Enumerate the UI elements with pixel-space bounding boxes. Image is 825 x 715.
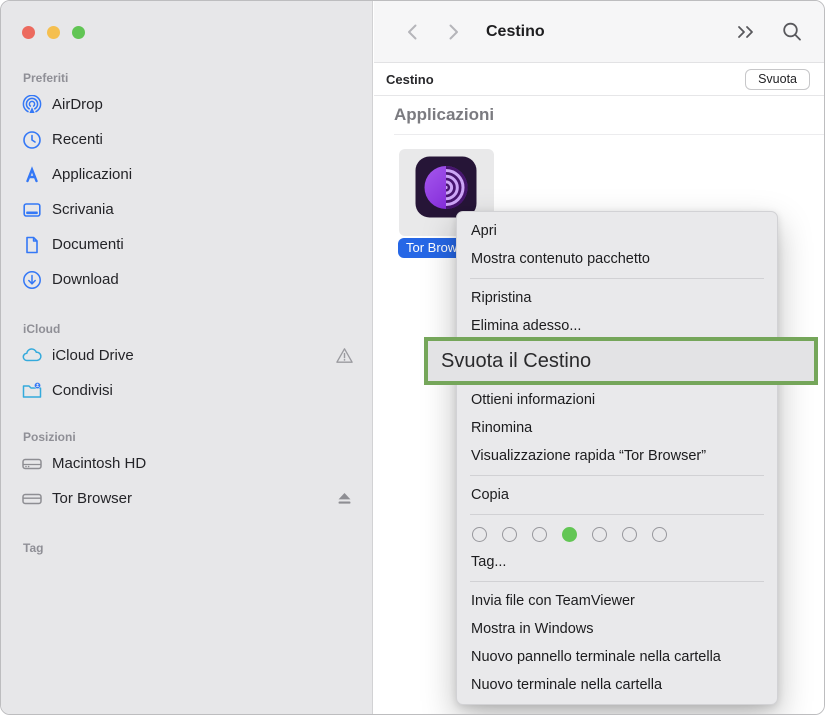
- menu-item-quick-look[interactable]: Visualizzazione rapida “Tor Browser”: [457, 442, 777, 470]
- window-title: Cestino: [486, 23, 545, 41]
- location-label: Cestino: [386, 72, 434, 87]
- sidebar-item-label: AirDrop: [52, 96, 103, 113]
- sidebar-item-label: Macintosh HD: [52, 455, 146, 472]
- menu-item-copy[interactable]: Copia: [457, 481, 777, 509]
- sidebar-item-macintosh-hd[interactable]: Macintosh HD: [1, 446, 372, 481]
- menu-item-tags[interactable]: Tag...: [457, 548, 777, 576]
- status-bar: Cestino Svuota: [374, 63, 825, 96]
- sidebar-item-airdrop[interactable]: AirDrop: [1, 87, 372, 122]
- clock-icon: [21, 129, 43, 151]
- sidebar-item-label: Scrivania: [52, 201, 114, 218]
- sidebar-item-label: iCloud Drive: [52, 347, 134, 364]
- sidebar: Preferiti AirDrop Recenti Applicazioni: [1, 1, 373, 714]
- tag-color-5[interactable]: [592, 527, 607, 542]
- shared-folder-icon: [21, 380, 43, 402]
- sidebar-item-label: Recenti: [52, 131, 103, 148]
- forward-button[interactable]: [440, 19, 466, 45]
- context-menu: Apri Mostra contenuto pacchetto Ripristi…: [456, 211, 778, 705]
- tag-color-7[interactable]: [652, 527, 667, 542]
- finder-window: Preferiti AirDrop Recenti Applicazioni: [0, 0, 825, 715]
- sidebar-item-label: Tor Browser: [52, 490, 132, 507]
- sidebar-item-label: Applicazioni: [52, 166, 132, 183]
- empty-trash-button[interactable]: Svuota: [745, 69, 810, 90]
- tag-color-6[interactable]: [622, 527, 637, 542]
- back-button[interactable]: [400, 19, 426, 45]
- toolbar-overflow-chevrons-icon[interactable]: [734, 20, 758, 44]
- zoom-window-button[interactable]: [72, 26, 85, 39]
- group-separator: [394, 134, 824, 135]
- sidebar-item-label: Condivisi: [52, 382, 113, 399]
- desktop-icon: [21, 199, 43, 221]
- menu-item-new-terminal[interactable]: Nuovo terminale nella cartella: [457, 671, 777, 699]
- sidebar-section-icloud: iCloud: [1, 320, 372, 338]
- tag-color-1[interactable]: [472, 527, 487, 542]
- menu-item-open[interactable]: Apri: [457, 217, 777, 245]
- search-icon[interactable]: [780, 20, 804, 44]
- menu-item-new-terminal-tab[interactable]: Nuovo pannello terminale nella cartella: [457, 643, 777, 671]
- minimize-window-button[interactable]: [47, 26, 60, 39]
- cloud-icon: [21, 345, 43, 367]
- document-icon: [21, 234, 43, 256]
- tor-browser-app-icon: [414, 155, 478, 219]
- menu-item-show-in-windows[interactable]: Mostra in Windows: [457, 615, 777, 643]
- internal-drive-icon: [21, 453, 43, 475]
- download-icon: [21, 269, 43, 291]
- toolbar: Cestino: [374, 1, 825, 63]
- group-header-applications: Applicazioni: [394, 105, 824, 125]
- sidebar-item-label: Download: [52, 271, 119, 288]
- sidebar-section-tags: Tag: [1, 539, 372, 557]
- menu-separator: [470, 581, 764, 582]
- sidebar-item-shared[interactable]: Condivisi: [1, 373, 372, 408]
- sidebar-section-favorites: Preferiti: [1, 69, 372, 87]
- menu-item-show-package-contents[interactable]: Mostra contenuto pacchetto: [457, 245, 777, 273]
- tag-color-row: [457, 520, 777, 548]
- menu-separator: [470, 475, 764, 476]
- tag-color-2[interactable]: [502, 527, 517, 542]
- menu-item-get-info[interactable]: Ottieni informazioni: [457, 386, 777, 414]
- menu-item-delete-immediately[interactable]: Elimina adesso...: [457, 312, 777, 340]
- sidebar-item-label: Documenti: [52, 236, 124, 253]
- close-window-button[interactable]: [22, 26, 35, 39]
- sidebar-item-applications[interactable]: Applicazioni: [1, 157, 372, 192]
- external-drive-icon: [21, 488, 43, 510]
- menu-separator: [470, 514, 764, 515]
- sidebar-section-locations: Posizioni: [1, 428, 372, 446]
- menu-item-rename[interactable]: Rinomina: [457, 414, 777, 442]
- tag-color-3[interactable]: [532, 527, 547, 542]
- sidebar-item-documents[interactable]: Documenti: [1, 227, 372, 262]
- eject-icon[interactable]: [334, 489, 354, 509]
- tag-color-green-selected[interactable]: [562, 527, 577, 542]
- sidebar-item-icloud-drive[interactable]: iCloud Drive: [1, 338, 372, 373]
- window-controls: [22, 26, 85, 39]
- warning-icon: [334, 346, 354, 366]
- menu-item-empty-trash-highlighted[interactable]: Svuota il Cestino: [424, 337, 818, 385]
- menu-item-put-back[interactable]: Ripristina: [457, 284, 777, 312]
- sidebar-item-desktop[interactable]: Scrivania: [1, 192, 372, 227]
- appstore-a-icon: [21, 164, 43, 186]
- sidebar-item-tor-browser-volume[interactable]: Tor Browser: [1, 481, 372, 516]
- menu-separator: [470, 278, 764, 279]
- sidebar-item-recents[interactable]: Recenti: [1, 122, 372, 157]
- sidebar-item-downloads[interactable]: Download: [1, 262, 372, 297]
- airdrop-icon: [21, 94, 43, 116]
- menu-item-send-teamviewer[interactable]: Invia file con TeamViewer: [457, 587, 777, 615]
